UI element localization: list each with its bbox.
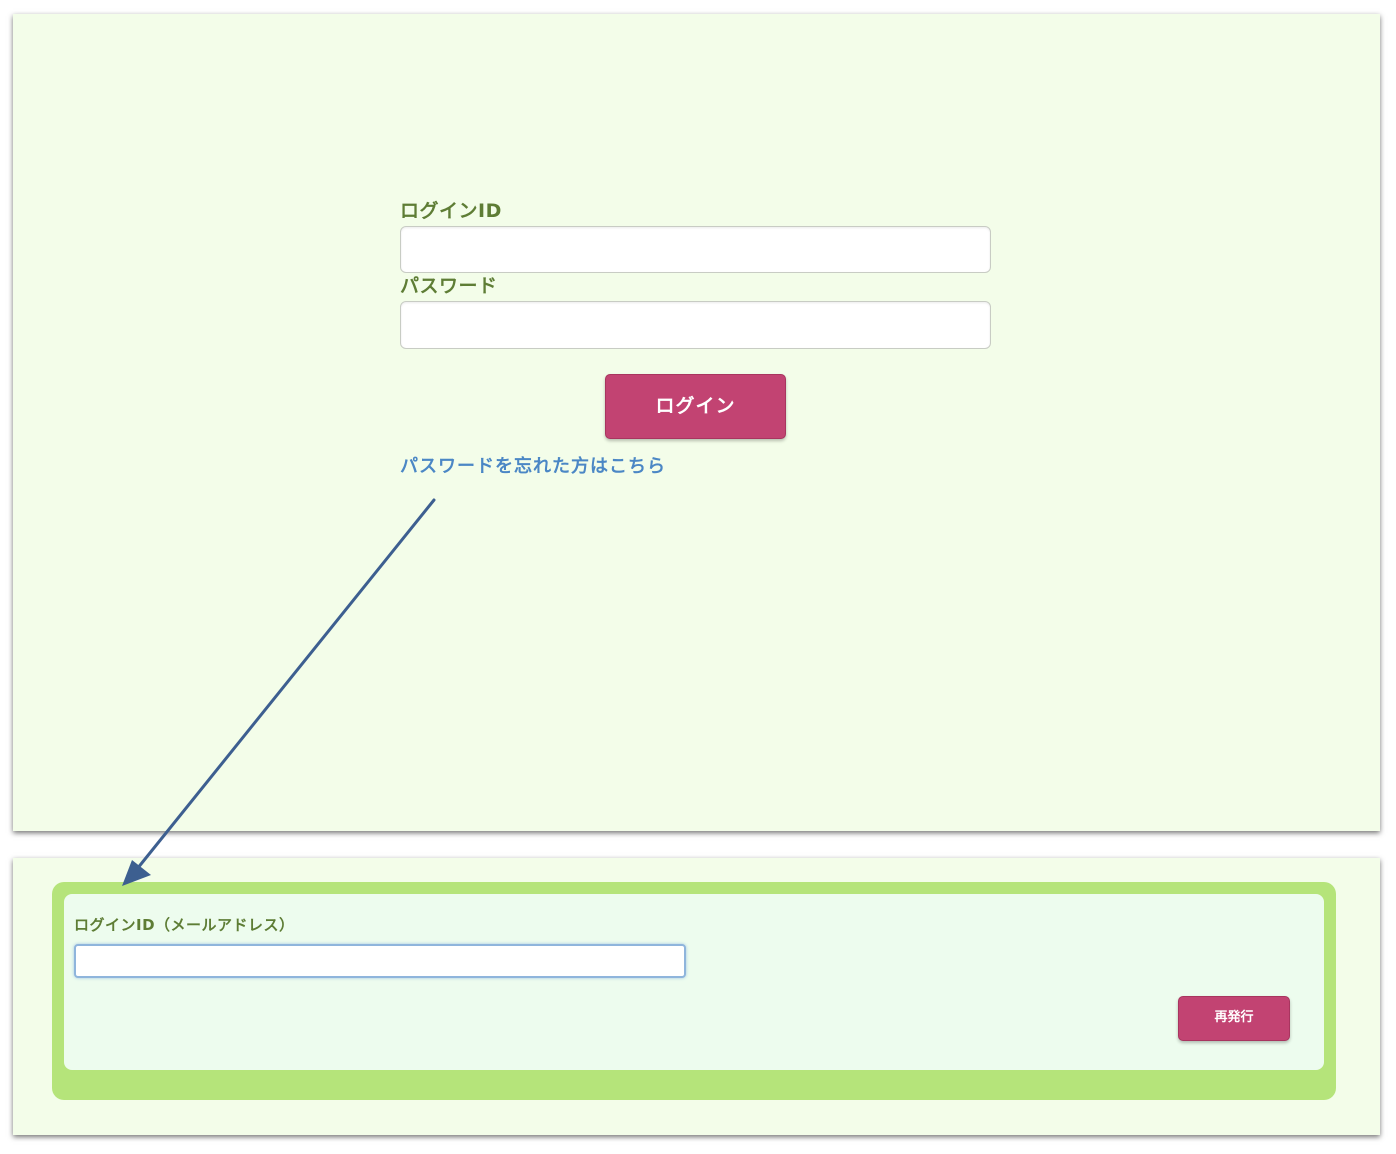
login-id-input[interactable] <box>400 226 991 273</box>
password-reset-form: ログインID（メールアドレス） 再発行 <box>64 894 1324 1070</box>
password-reset-panel: ログインID（メールアドレス） 再発行 <box>13 858 1380 1135</box>
login-id-label: ログインID <box>400 200 502 222</box>
forgot-password-link[interactable]: パスワードを忘れた方はこちら <box>400 455 666 479</box>
password-label: パスワード <box>400 275 498 297</box>
reissue-button[interactable]: 再発行 <box>1178 996 1290 1041</box>
reset-email-label: ログインID（メールアドレス） <box>74 916 295 934</box>
reset-email-input[interactable] <box>74 944 686 978</box>
login-button[interactable]: ログイン <box>605 374 786 439</box>
password-reset-frame: ログインID（メールアドレス） 再発行 <box>52 882 1336 1100</box>
password-input[interactable] <box>400 301 991 349</box>
login-panel: ログインID パスワード ログイン パスワードを忘れた方はこちら <box>13 14 1380 831</box>
